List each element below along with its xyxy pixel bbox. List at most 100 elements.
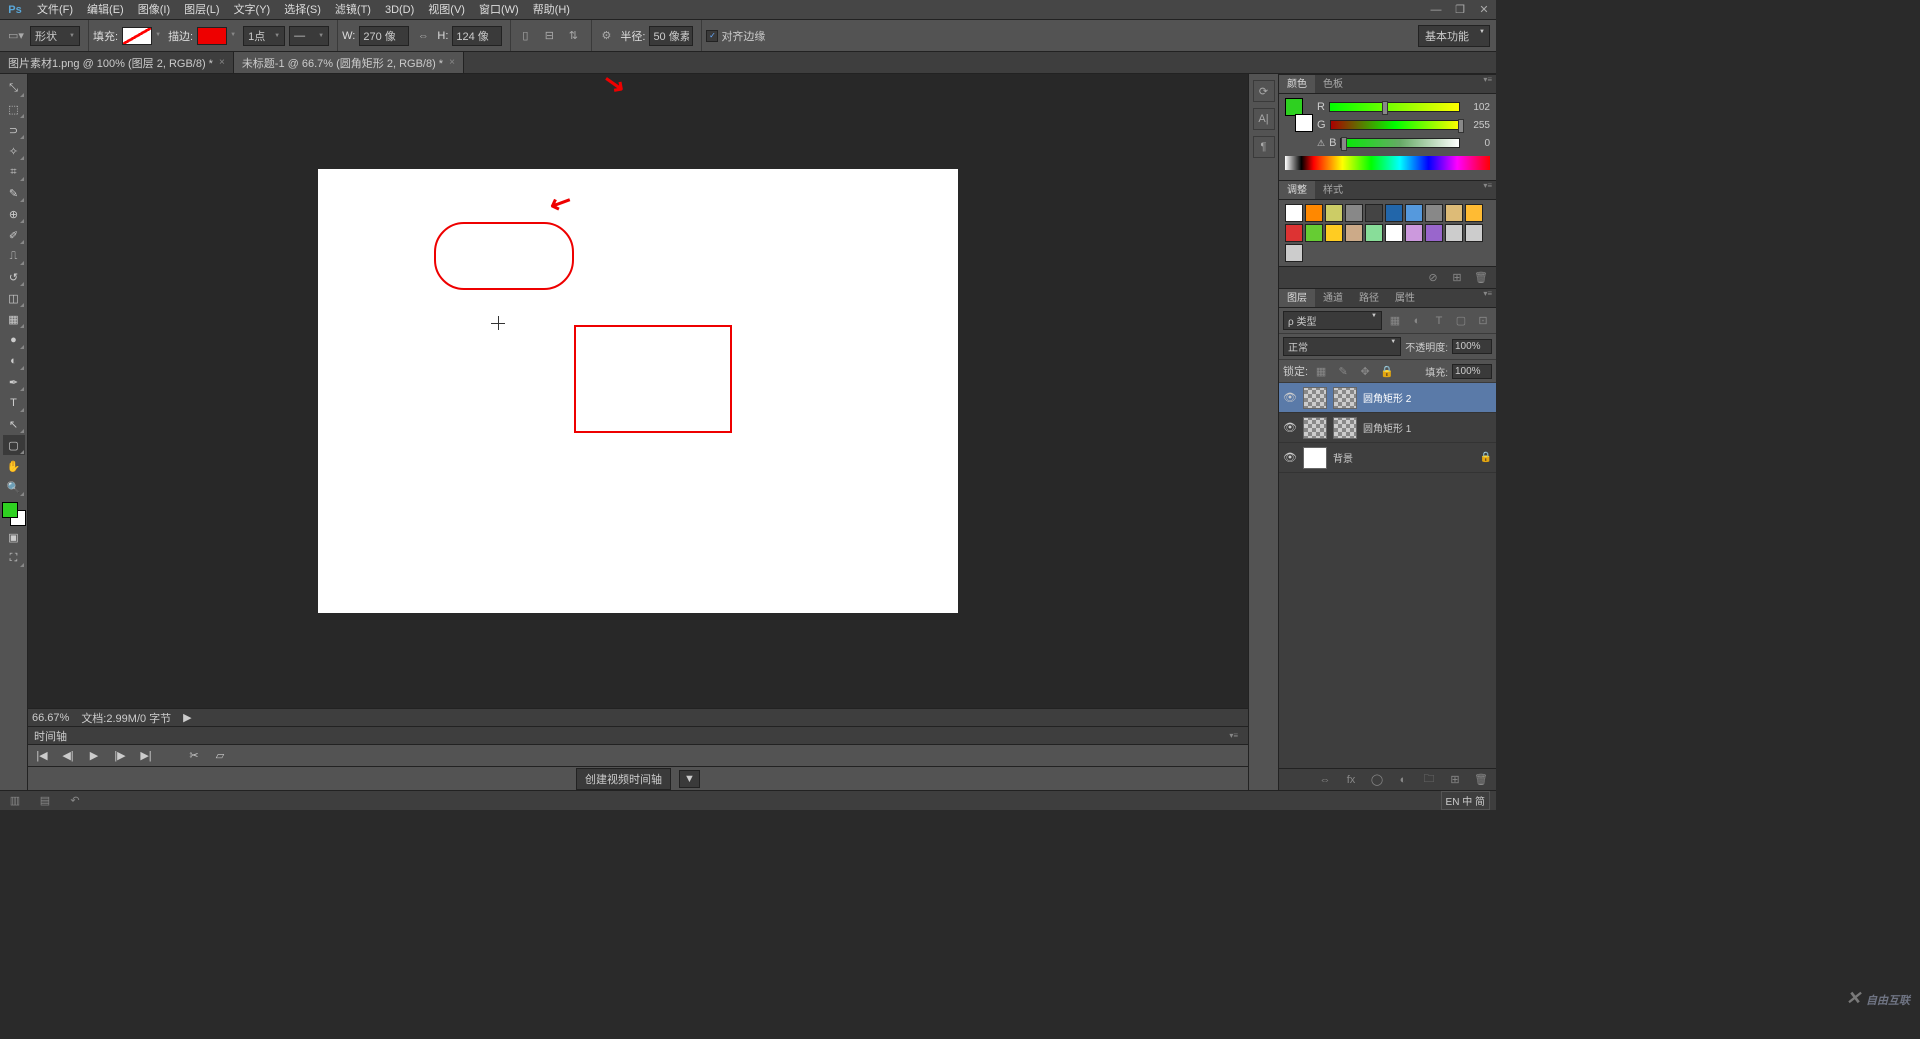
layer-row[interactable]: 👁背景🔒 [1279, 443, 1496, 473]
style-swatch[interactable] [1385, 224, 1403, 242]
hue-strip[interactable] [1285, 156, 1490, 170]
tab-swatches[interactable]: 色板 [1315, 75, 1351, 93]
blend-mode-dropdown[interactable]: 正常 [1283, 337, 1401, 356]
style-swatch[interactable] [1325, 224, 1343, 242]
crop-tool-icon[interactable]: ⌗ [3, 162, 25, 182]
style-swatch[interactable] [1305, 224, 1323, 242]
menu-file[interactable]: 文件(F) [30, 0, 80, 20]
link-wh-icon[interactable]: ⇔ [413, 26, 433, 46]
filter-type-icon[interactable]: T [1430, 313, 1448, 329]
style-swatch[interactable] [1385, 204, 1403, 222]
tab-close-icon[interactable]: × [449, 57, 455, 68]
style-swatch[interactable] [1405, 224, 1423, 242]
blur-tool-icon[interactable]: ● [3, 330, 25, 350]
hand-tool-icon[interactable]: ✋ [3, 456, 25, 476]
menu-image[interactable]: 图像(I) [131, 0, 177, 20]
lasso-tool-icon[interactable]: ⊃ [3, 120, 25, 140]
style-swatch[interactable] [1345, 204, 1363, 222]
menu-filter[interactable]: 滤镜(T) [328, 0, 378, 20]
panel-menu-icon[interactable]: ▾≡ [1479, 181, 1496, 199]
menu-type[interactable]: 文字(Y) [227, 0, 278, 20]
workspace-dropdown[interactable]: 基本功能 [1418, 25, 1490, 47]
menu-select[interactable]: 选择(S) [277, 0, 328, 20]
tl-prev-icon[interactable]: ◀| [60, 748, 76, 764]
visibility-eye-icon[interactable]: 👁 [1283, 391, 1297, 404]
layer-name[interactable]: 圆角矩形 2 [1363, 390, 1411, 405]
type-tool-icon[interactable]: T [3, 393, 25, 413]
visibility-eye-icon[interactable]: 👁 [1283, 451, 1297, 464]
rounded-rect-tool-icon[interactable]: ▢ [3, 435, 25, 455]
tile2-icon[interactable]: ▤ [36, 793, 54, 809]
style-swatch[interactable] [1445, 204, 1463, 222]
doc-tab-1[interactable]: 图片素材1.png @ 100% (图层 2, RGB/8) * × [0, 52, 234, 73]
path-select-tool-icon[interactable]: ↖ [3, 414, 25, 434]
stamp-tool-icon[interactable]: ⎍ [3, 246, 25, 266]
style-swatch[interactable] [1425, 204, 1443, 222]
gradient-tool-icon[interactable]: ▦ [3, 309, 25, 329]
tab-adjustments[interactable]: 调整 [1279, 181, 1315, 199]
stroke-swatch[interactable] [197, 27, 227, 45]
trash-icon[interactable]: 🗑 [1472, 270, 1490, 286]
height-input[interactable] [452, 26, 502, 46]
style-swatch[interactable] [1345, 224, 1363, 242]
style-swatch[interactable] [1465, 204, 1483, 222]
style-swatch[interactable] [1285, 204, 1303, 222]
tab-layers[interactable]: 图层 [1279, 289, 1315, 307]
shape-mode-dropdown[interactable]: 形状 [30, 26, 80, 46]
canvas-viewport[interactable]: ↘ ↙ [28, 74, 1248, 708]
brush-tool-icon[interactable]: ✐ [3, 225, 25, 245]
status-arrow-icon[interactable]: ▶ [183, 711, 191, 724]
eyedropper-tool-icon[interactable]: ✎ [3, 183, 25, 203]
character-panel-icon[interactable]: A| [1253, 108, 1275, 130]
style-swatch[interactable] [1405, 204, 1423, 222]
width-input[interactable] [359, 26, 409, 46]
slider-r-value[interactable]: 102 [1464, 102, 1490, 113]
lock-all-icon[interactable]: 🔒 [1378, 363, 1396, 379]
panel-menu-icon[interactable]: ▾≡ [1225, 731, 1242, 740]
rect-shape[interactable] [574, 325, 732, 433]
stroke-style-dropdown[interactable]: — [289, 26, 329, 46]
style-swatch[interactable] [1365, 204, 1383, 222]
slider-r[interactable]: R 102 [1317, 98, 1490, 116]
mask-icon[interactable]: ◯ [1368, 772, 1386, 788]
pen-tool-icon[interactable]: ✒ [3, 372, 25, 392]
layer-mask-thumb[interactable] [1333, 387, 1357, 409]
quickmask-icon[interactable]: ▣ [3, 527, 25, 547]
fill-swatch[interactable] [122, 27, 152, 45]
new-style-icon[interactable]: ⊞ [1448, 270, 1466, 286]
slider-b-value[interactable]: 0 [1464, 138, 1490, 149]
history-brush-tool-icon[interactable]: ↺ [3, 267, 25, 287]
path-ops-icon[interactable]: ▯ [515, 26, 535, 46]
tab-color[interactable]: 颜色 [1279, 75, 1315, 93]
background-swatch[interactable] [1295, 114, 1313, 132]
tab-properties[interactable]: 属性 [1387, 289, 1423, 307]
visibility-eye-icon[interactable]: 👁 [1283, 421, 1297, 434]
rounded-rect-shape[interactable] [434, 222, 574, 290]
menu-window[interactable]: 窗口(W) [472, 0, 526, 20]
filter-smart-icon[interactable]: ⊡ [1474, 313, 1492, 329]
paragraph-panel-icon[interactable]: ¶ [1253, 136, 1275, 158]
healing-tool-icon[interactable]: ⊕ [3, 204, 25, 224]
menu-3d[interactable]: 3D(D) [378, 0, 421, 20]
menu-edit[interactable]: 编辑(E) [80, 0, 131, 20]
tl-transition-icon[interactable]: ▱ [212, 748, 228, 764]
lock-position-icon[interactable]: ✥ [1356, 363, 1374, 379]
style-swatch[interactable] [1425, 224, 1443, 242]
opacity-input[interactable]: 100% [1452, 339, 1492, 354]
lock-transparent-icon[interactable]: ▦ [1312, 363, 1330, 379]
panel-menu-icon[interactable]: ▾≡ [1479, 75, 1496, 93]
layer-kind-dropdown[interactable]: ρ 类型 [1283, 311, 1382, 330]
tl-cut-icon[interactable]: ✂ [186, 748, 202, 764]
clear-style-icon[interactable]: ⊘ [1424, 270, 1442, 286]
layer-name[interactable]: 背景 [1333, 450, 1353, 465]
style-swatch[interactable] [1465, 224, 1483, 242]
checkbox-icon[interactable]: ✓ [706, 30, 718, 42]
maximize-icon[interactable]: ❐ [1449, 2, 1471, 18]
screenmode-icon[interactable]: ⛶ [3, 548, 25, 568]
stroke-width-dropdown[interactable]: 1点 [243, 26, 285, 46]
color-fgbg[interactable] [1285, 98, 1313, 132]
tab-paths[interactable]: 路径 [1351, 289, 1387, 307]
undo-arrow-icon[interactable]: ↶ [66, 793, 84, 809]
style-swatch[interactable] [1285, 244, 1303, 262]
filter-pixel-icon[interactable]: ▦ [1386, 313, 1404, 329]
